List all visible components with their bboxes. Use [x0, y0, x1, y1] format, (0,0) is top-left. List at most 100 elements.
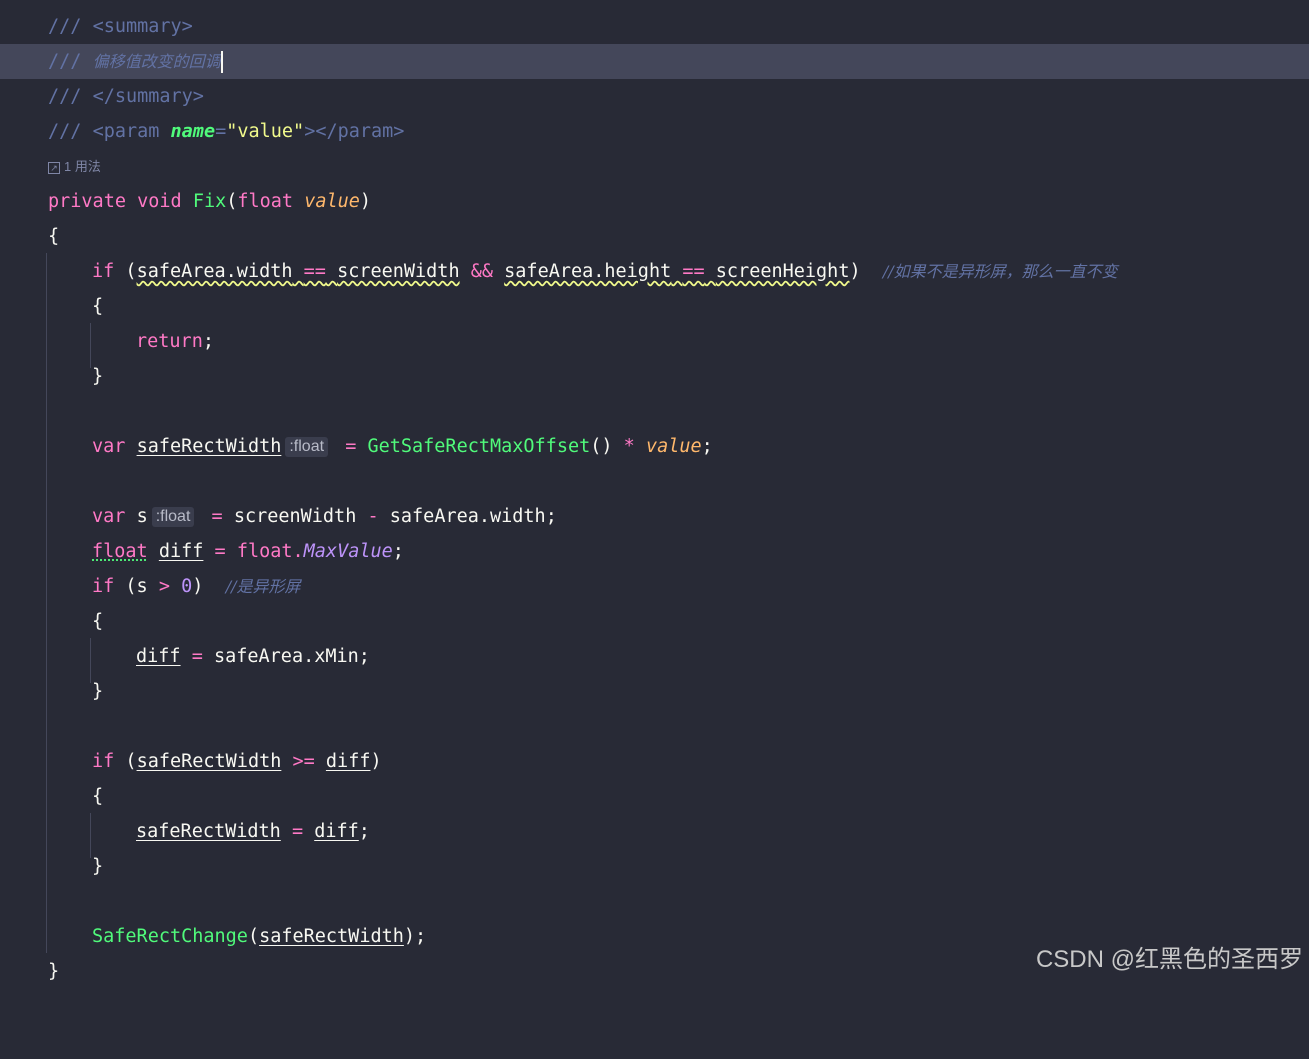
- var-declaration: var safeRectWidth:float = GetSafeRectMax…: [92, 429, 713, 464]
- variable-name[interactable]: safeRectWidth: [136, 821, 281, 842]
- assignment: diff = safeArea.xMin;: [136, 639, 370, 674]
- open-brace: {: [92, 786, 104, 807]
- keyword-float: float: [237, 191, 294, 212]
- warning-expression[interactable]: safeArea.height == screenHeight: [504, 261, 849, 282]
- if-statement: if (safeRectWidth >= diff): [92, 744, 382, 779]
- text-cursor: [220, 51, 223, 73]
- code-line: return;: [0, 324, 1309, 359]
- method-call: SafeRectChange(safeRectWidth);: [92, 919, 426, 954]
- op-equals: ==: [682, 261, 705, 282]
- variable-ref[interactable]: safeRectWidth: [137, 751, 282, 772]
- code-line: {: [0, 779, 1309, 814]
- keyword-private: private: [48, 191, 126, 212]
- semicolon: ;: [392, 541, 404, 562]
- watermark: CSDN @红黑色的圣西罗: [1035, 946, 1303, 973]
- paren: (: [247, 926, 260, 947]
- op-greater-equal: >=: [292, 751, 315, 772]
- keyword-var: var: [92, 506, 126, 527]
- function-call[interactable]: SafeRectChange: [92, 926, 248, 947]
- number-literal: 0: [181, 576, 193, 597]
- code-line: {: [0, 219, 1309, 254]
- op-assign: =: [214, 541, 226, 562]
- max-value-prop: MaxValue: [303, 541, 393, 562]
- type-inlay-hint: :float: [285, 437, 329, 457]
- return-statement: return;: [136, 324, 214, 359]
- op-assign: =: [291, 821, 304, 842]
- keyword-return: return: [136, 331, 203, 352]
- screen-width: screenWidth: [337, 261, 460, 282]
- method-name[interactable]: Fix: [193, 191, 226, 212]
- paren: (: [226, 191, 238, 212]
- screen-width: screenWidth: [233, 506, 357, 527]
- code-line: if (safeRectWidth >= diff): [0, 744, 1309, 779]
- line-comment: //是异形屏: [225, 577, 301, 596]
- float-declaration: float diff = float.MaxValue;: [92, 534, 404, 569]
- paren: ): [849, 261, 861, 282]
- warning-expression[interactable]: safeArea.width == screenWidth: [137, 261, 460, 282]
- summary-text: 偏移值改变的回调: [92, 52, 221, 71]
- param-attr-value: "value": [226, 121, 305, 142]
- code-line: /// <param name="value"></param>: [0, 114, 1309, 149]
- code-line: float diff = float.MaxValue;: [0, 534, 1309, 569]
- paren: ): [359, 191, 372, 212]
- code-editor[interactable]: /// <summary> /// 偏移值改变的回调 /// </summary…: [0, 0, 1309, 982]
- if-statement: if (safeArea.width == screenWidth && saf…: [92, 254, 1118, 289]
- op-assign: =: [345, 436, 357, 457]
- open-brace: {: [92, 611, 104, 632]
- variable-ref[interactable]: diff: [314, 821, 359, 842]
- safearea-height: safeArea.height: [504, 261, 672, 282]
- op-multiply: *: [623, 436, 635, 457]
- safearea-xmin: safeArea.xMin;: [213, 646, 370, 667]
- screen-height: screenHeight: [715, 261, 850, 282]
- code-line: var s:float = screenWidth - safeArea.wid…: [0, 499, 1309, 534]
- code-line-current: /// 偏移值改变的回调: [0, 44, 1309, 79]
- code-line: {: [0, 289, 1309, 324]
- keyword-void: void: [137, 191, 182, 212]
- param-name[interactable]: value: [304, 191, 360, 212]
- keyword-float[interactable]: float: [92, 541, 148, 562]
- line-comment: //如果不是异形屏，那么一直不变: [882, 262, 1118, 281]
- semicolon: ;: [701, 436, 713, 457]
- code-line: private void Fix(float value): [0, 184, 1309, 219]
- doc-comment: /// <summary>: [48, 9, 193, 44]
- code-line: var safeRectWidth:float = GetSafeRectMax…: [0, 429, 1309, 464]
- paren: ): [370, 751, 382, 772]
- variable-name[interactable]: diff: [136, 646, 181, 667]
- paren: (): [590, 436, 613, 457]
- code-line: }: [0, 674, 1309, 709]
- method-signature: private void Fix(float value): [48, 184, 371, 219]
- function-call[interactable]: GetSafeRectMaxOffset: [367, 436, 590, 457]
- summary-open-tag: <summary>: [92, 16, 193, 37]
- var-declaration: var s:float = screenWidth - safeArea.wid…: [92, 499, 557, 534]
- code-line: {: [0, 604, 1309, 639]
- code-line: diff = safeArea.xMin;: [0, 639, 1309, 674]
- type-float: float.: [236, 541, 304, 562]
- paren: (: [125, 261, 137, 282]
- semicolon: ;: [202, 331, 214, 352]
- op-equals: ==: [303, 261, 326, 282]
- code-line: /// <summary>: [0, 9, 1309, 44]
- usages-hint[interactable]: ↗ 1 用法: [48, 152, 101, 182]
- code-line: if (safeArea.width == screenWidth && saf…: [0, 254, 1309, 289]
- semicolon: ;: [358, 821, 370, 842]
- open-brace: {: [92, 296, 104, 317]
- if-statement: if (s > 0) //是异形屏: [92, 569, 300, 604]
- variable-ref[interactable]: diff: [326, 751, 371, 772]
- paren: (: [125, 751, 137, 772]
- close-brace: }: [48, 961, 60, 982]
- variable-name[interactable]: safeRectWidth: [137, 436, 282, 457]
- close-brace: }: [92, 856, 104, 877]
- variable-name[interactable]: diff: [159, 541, 204, 562]
- variable-name[interactable]: s: [137, 506, 148, 527]
- code-line: safeRectWidth = diff;: [0, 814, 1309, 849]
- usages-label: 1 用法: [64, 159, 101, 174]
- paren: ): [192, 576, 204, 597]
- open-brace: {: [48, 226, 60, 247]
- doc-comment: /// </summary>: [48, 79, 204, 114]
- code-line: }: [0, 849, 1309, 884]
- doc-comment: /// <param name="value"></param>: [48, 114, 404, 149]
- param-open-tag: <param: [92, 121, 160, 142]
- op-greater: >: [158, 576, 170, 597]
- variable-ref[interactable]: safeRectWidth: [259, 926, 404, 947]
- safearea-width: safeArea.width;: [389, 506, 557, 527]
